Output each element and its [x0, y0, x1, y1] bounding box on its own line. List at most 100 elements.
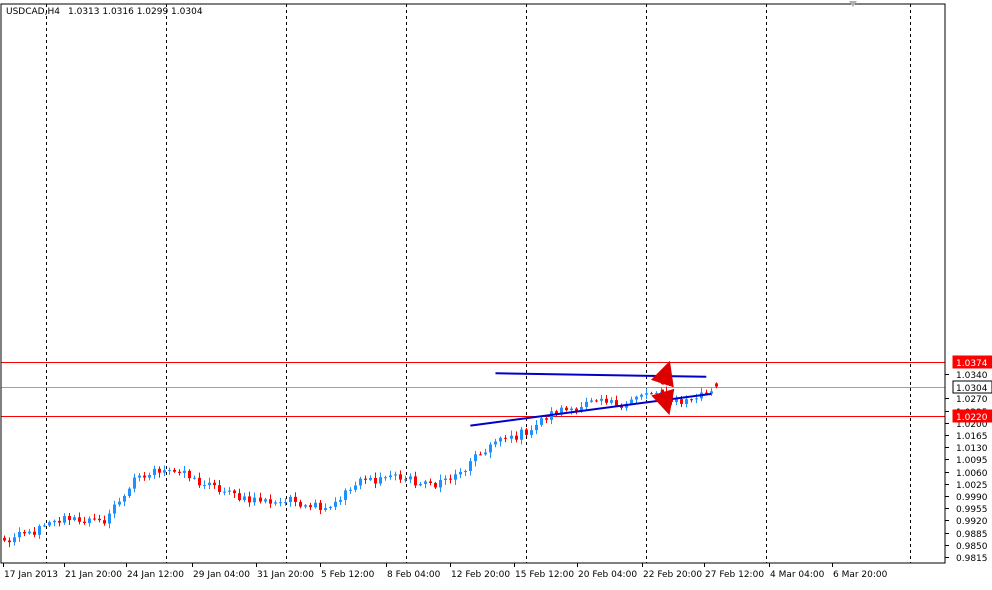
candle-body-bull	[329, 506, 332, 509]
candle-body-bear	[449, 478, 452, 480]
candle-body-bull	[284, 502, 287, 504]
time-tick-label: 29 Jan 04:00	[193, 570, 250, 580]
candle-body-bull	[384, 477, 387, 479]
candle-body-bear	[715, 383, 718, 387]
candle-body-bull	[253, 497, 256, 503]
candle-body-bull	[208, 482, 211, 486]
candle-body-bull	[314, 502, 317, 508]
candle-body-bull	[695, 398, 698, 400]
candle-body-bear	[615, 400, 618, 406]
candle-body-bull	[630, 399, 633, 404]
candle-body-bull	[153, 468, 156, 476]
candle-body-bull	[279, 502, 282, 504]
candle-body-bear	[33, 531, 36, 535]
candle-body-bear	[3, 537, 6, 541]
candle-body-bull	[540, 418, 543, 425]
candle-body-bull	[585, 401, 588, 407]
candle-body-bull	[38, 525, 41, 535]
candle-body-bull	[359, 478, 362, 486]
time-tick-label: 24 Jan 12:00	[127, 570, 184, 580]
price-tick-label: 1.0270	[956, 395, 988, 405]
candle-body-bull	[344, 490, 347, 500]
candle-body-bear	[525, 429, 528, 435]
price-chart[interactable]: 1.03401.02701.02351.02001.01651.01301.00…	[0, 0, 992, 585]
price-tick-label: 1.0095	[956, 456, 988, 466]
candle-body-bull	[424, 481, 427, 484]
candle-body-bear	[309, 505, 312, 508]
candle-body-bear	[364, 478, 367, 480]
candle-body-bear	[429, 481, 432, 484]
candle-body-bear	[399, 474, 402, 480]
candle-body-bull	[685, 399, 688, 404]
price-tick-label: 0.9920	[956, 517, 988, 527]
candle-body-bull	[600, 398, 603, 401]
candle-body-bear	[665, 391, 668, 396]
candle-body-bear	[58, 520, 61, 523]
candle-body-bear	[504, 437, 507, 439]
candle-body-bear	[103, 520, 106, 524]
candle-body-bull	[163, 470, 166, 473]
candle-body-bear	[414, 476, 417, 486]
candle-body-bear	[198, 477, 201, 486]
chart-symbol-label: USDCAD,H4	[6, 7, 60, 17]
candle-body-bear	[178, 471, 181, 473]
candle-body-bull	[73, 517, 76, 521]
candle-body-bull	[53, 520, 56, 523]
candle-body-bear	[259, 497, 262, 502]
candle-body-bull	[610, 400, 613, 403]
candle-body-bull	[183, 470, 186, 473]
time-tick-label: 21 Jan 20:00	[65, 570, 122, 580]
candle-body-bull	[228, 490, 231, 492]
candle-body-bull	[394, 474, 397, 476]
candle-body-bull	[590, 400, 593, 402]
candle-body-bear	[319, 502, 322, 511]
candle-body-bear	[213, 482, 216, 486]
candle-body-bull	[118, 501, 121, 505]
candle-body-bear	[83, 521, 86, 524]
candle-body-bull	[409, 476, 412, 480]
price-tick-label: 0.9885	[956, 530, 988, 540]
price-tick-label: 1.0130	[956, 444, 988, 454]
chart-root: 1.03401.02701.02351.02001.01651.01301.00…	[0, 0, 992, 585]
candle-body-bear	[188, 470, 191, 479]
candle-body-bear	[515, 435, 518, 440]
candle-body-bull	[133, 477, 136, 489]
candle-body-bull	[243, 496, 246, 501]
candle-body-bull	[419, 483, 422, 486]
time-tick-label: 12 Feb 20:00	[451, 570, 510, 580]
candle-body-bear	[238, 493, 241, 501]
candle-body-bull	[128, 488, 131, 496]
candle-body-bull	[193, 477, 196, 479]
candle-body-bull	[223, 491, 226, 493]
time-tick-label: 31 Jan 20:00	[257, 570, 314, 580]
candle-body-bull	[635, 396, 638, 400]
candle-body-bull	[404, 479, 407, 481]
candle-body-bull	[108, 513, 111, 524]
time-tick-label: 22 Feb 20:00	[643, 570, 702, 580]
candle-body-bear	[173, 469, 176, 472]
candle-body-bull	[289, 496, 292, 503]
candle-body-bull	[499, 437, 502, 442]
time-tick-label: 20 Feb 04:00	[578, 570, 637, 580]
candle-body-bull	[203, 485, 206, 487]
candle-body-bull	[123, 495, 126, 502]
time-tick-label: 6 Mar 20:00	[833, 570, 888, 580]
candle-body-bear	[218, 485, 221, 493]
candle-body-bear	[93, 518, 96, 520]
time-tick-label: 15 Feb 12:00	[515, 570, 574, 580]
candle-body-bull	[274, 502, 277, 504]
candle-body-bear	[374, 477, 377, 484]
time-tick-label: 4 Mar 04:00	[770, 570, 825, 580]
candle-body-bear	[23, 531, 26, 534]
candle-body-bear	[294, 496, 297, 502]
price-tag-label: 1.0304	[956, 384, 988, 394]
candle-body-bull	[474, 454, 477, 462]
candle-body-bull	[43, 525, 46, 527]
time-tick-label: 5 Feb 12:00	[321, 570, 375, 580]
candle-body-bull	[334, 501, 337, 507]
price-tick-label: 1.0060	[956, 469, 988, 479]
candle-body-bull	[535, 424, 538, 431]
candle-body-bear	[565, 407, 568, 411]
candle-body-bull	[48, 522, 51, 526]
price-tag-label: 1.0220	[956, 413, 988, 423]
